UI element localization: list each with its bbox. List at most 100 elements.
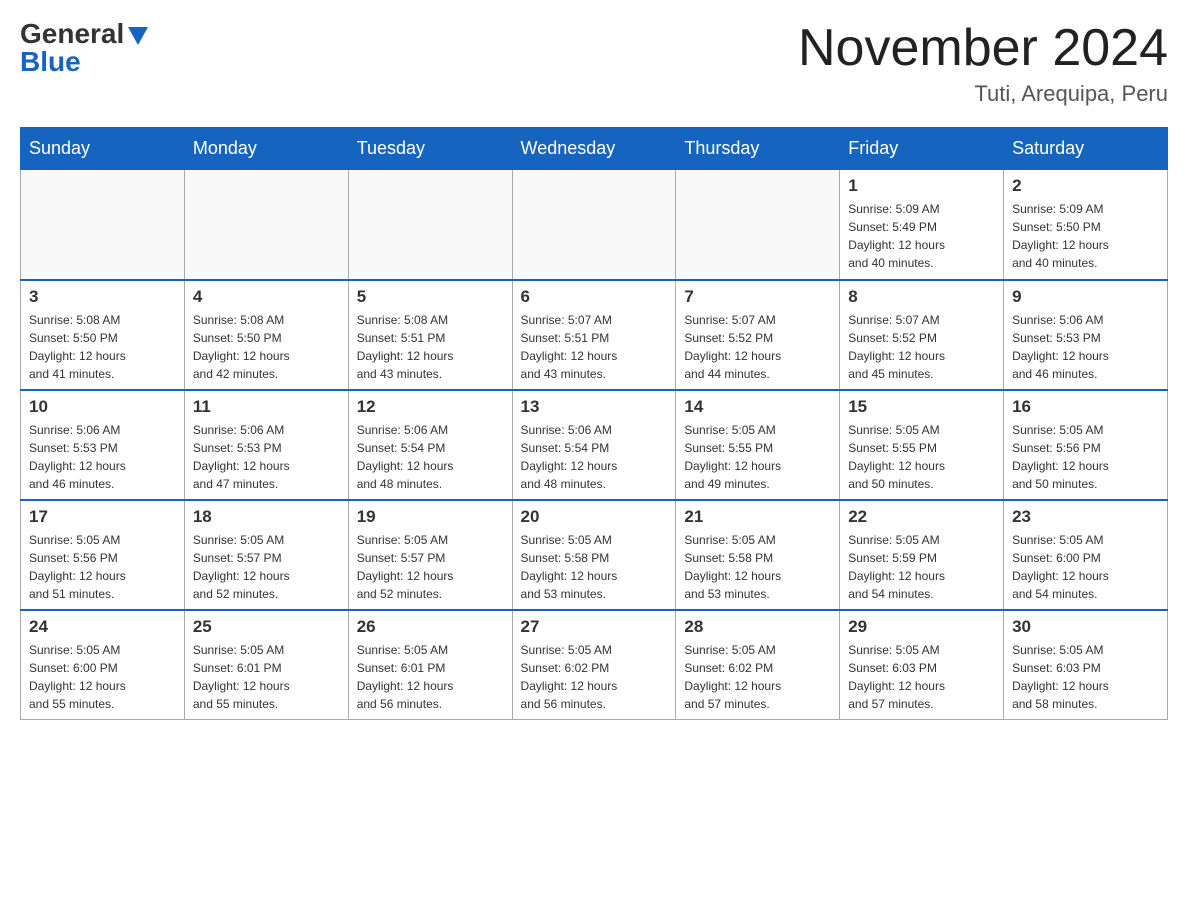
calendar-cell: 30Sunrise: 5:05 AM Sunset: 6:03 PM Dayli… [1004, 610, 1168, 720]
calendar-cell: 22Sunrise: 5:05 AM Sunset: 5:59 PM Dayli… [840, 500, 1004, 610]
calendar-cell: 25 Sunrise: 5:05 AM Sunset: 6:01 PM Dayli… [184, 610, 348, 720]
day-info: Sunrise: 5:06 AM Sunset: 5:54 PM Dayligh… [357, 421, 504, 493]
day-number: 14 [684, 397, 831, 417]
calendar-cell: 29 Sunrise: 5:05 AM Sunset: 6:03 PM Dayli… [840, 610, 1004, 720]
calendar-cell: 28 Sunrise: 5:05 AM Sunset: 6:02 PM Dayli… [676, 610, 840, 720]
day-info: Sunrise: 5:08 AM Sunset: 5:51 PM Dayligh… [357, 311, 504, 383]
day-info: Sunrise: 5:08 AM Sunset: 5:50 PM Dayligh… [29, 311, 176, 383]
day-number: 28 [684, 617, 831, 637]
day-number: 5 [357, 287, 504, 307]
logo: General Blue [20, 20, 148, 76]
logo-blue-text: Blue [20, 48, 81, 76]
day-info: Sunrise: 5:06 AM Sunset: 5:53 PM Dayligh… [1012, 311, 1159, 383]
day-number: 21 [684, 507, 831, 527]
calendar-cell: 14 Sunrise: 5:05 AM Sunset: 5:55 PM Dayli… [676, 390, 840, 500]
calendar-header-row: SundayMondayTuesdayWednesdayThursdayFrid… [21, 128, 1168, 170]
calendar-cell: 1 Sunrise: 5:09 AM Sunset: 5:49 PM Daylig… [840, 170, 1004, 280]
day-of-week-header: Friday [840, 128, 1004, 170]
day-info: Sunrise: 5:09 AM Sunset: 5:50 PM Dayligh… [1012, 200, 1159, 272]
day-info: Sunrise: 5:05 AM Sunset: 5:56 PM Dayligh… [1012, 421, 1159, 493]
day-info: Sunrise: 5:05 AM Sunset: 5:58 PM Dayligh… [521, 531, 668, 603]
day-info: Sunrise: 5:07 AM Sunset: 5:52 PM Dayligh… [848, 311, 995, 383]
day-number: 27 [521, 617, 668, 637]
day-number: 11 [193, 397, 340, 417]
calendar-week-row: 17 Sunrise: 5:05 AM Sunset: 5:56 PM Dayli… [21, 500, 1168, 610]
day-info: Sunrise: 5:05 AM Sunset: 6:00 PM Dayligh… [29, 641, 176, 713]
day-info: Sunrise: 5:05 AM Sunset: 6:02 PM Dayligh… [521, 641, 668, 713]
calendar-cell: 21 Sunrise: 5:05 AM Sunset: 5:58 PM Dayli… [676, 500, 840, 610]
day-number: 10 [29, 397, 176, 417]
day-number: 12 [357, 397, 504, 417]
day-of-week-header: Thursday [676, 128, 840, 170]
day-info: Sunrise: 5:06 AM Sunset: 5:53 PM Dayligh… [193, 421, 340, 493]
day-info: Sunrise: 5:07 AM Sunset: 5:52 PM Dayligh… [684, 311, 831, 383]
calendar-cell: 27 Sunrise: 5:05 AM Sunset: 6:02 PM Dayli… [512, 610, 676, 720]
day-info: Sunrise: 5:06 AM Sunset: 5:53 PM Dayligh… [29, 421, 176, 493]
day-info: Sunrise: 5:05 AM Sunset: 6:00 PM Dayligh… [1012, 531, 1159, 603]
calendar-week-row: 10 Sunrise: 5:06 AM Sunset: 5:53 PM Dayli… [21, 390, 1168, 500]
day-info: Sunrise: 5:05 AM Sunset: 6:03 PM Dayligh… [848, 641, 995, 713]
day-of-week-header: Wednesday [512, 128, 676, 170]
day-info: Sunrise: 5:05 AM Sunset: 5:55 PM Dayligh… [684, 421, 831, 493]
day-info: Sunrise: 5:05 AM Sunset: 5:56 PM Dayligh… [29, 531, 176, 603]
calendar-cell: 23 Sunrise: 5:05 AM Sunset: 6:00 PM Dayli… [1004, 500, 1168, 610]
calendar-cell [348, 170, 512, 280]
calendar-cell [21, 170, 185, 280]
day-of-week-header: Tuesday [348, 128, 512, 170]
calendar-cell: 19 Sunrise: 5:05 AM Sunset: 5:57 PM Dayli… [348, 500, 512, 610]
day-info: Sunrise: 5:05 AM Sunset: 6:01 PM Dayligh… [357, 641, 504, 713]
day-number: 6 [521, 287, 668, 307]
day-number: 29 [848, 617, 995, 637]
day-number: 25 [193, 617, 340, 637]
calendar-cell: 3 Sunrise: 5:08 AM Sunset: 5:50 PM Daylig… [21, 280, 185, 390]
calendar-cell: 4 Sunrise: 5:08 AM Sunset: 5:50 PM Daylig… [184, 280, 348, 390]
calendar-cell [676, 170, 840, 280]
calendar-cell [512, 170, 676, 280]
day-number: 4 [193, 287, 340, 307]
day-number: 22 [848, 507, 995, 527]
calendar-cell: 16 Sunrise: 5:05 AM Sunset: 5:56 PM Dayli… [1004, 390, 1168, 500]
day-number: 16 [1012, 397, 1159, 417]
day-info: Sunrise: 5:05 AM Sunset: 5:57 PM Dayligh… [357, 531, 504, 603]
calendar-cell: 6 Sunrise: 5:07 AM Sunset: 5:51 PM Daylig… [512, 280, 676, 390]
calendar-cell: 11 Sunrise: 5:06 AM Sunset: 5:53 PM Dayli… [184, 390, 348, 500]
day-of-week-header: Sunday [21, 128, 185, 170]
day-number: 19 [357, 507, 504, 527]
day-number: 1 [848, 176, 995, 196]
day-info: Sunrise: 5:08 AM Sunset: 5:50 PM Dayligh… [193, 311, 340, 383]
day-of-week-header: Monday [184, 128, 348, 170]
day-info: Sunrise: 5:05 AM Sunset: 5:58 PM Dayligh… [684, 531, 831, 603]
location-text: Tuti, Arequipa, Peru [798, 81, 1168, 107]
day-number: 24 [29, 617, 176, 637]
day-info: Sunrise: 5:05 AM Sunset: 6:01 PM Dayligh… [193, 641, 340, 713]
logo-triangle-icon [128, 27, 148, 45]
calendar-cell [184, 170, 348, 280]
day-number: 17 [29, 507, 176, 527]
calendar-cell: 2 Sunrise: 5:09 AM Sunset: 5:50 PM Daylig… [1004, 170, 1168, 280]
day-info: Sunrise: 5:07 AM Sunset: 5:51 PM Dayligh… [521, 311, 668, 383]
day-info: Sunrise: 5:09 AM Sunset: 5:49 PM Dayligh… [848, 200, 995, 272]
calendar-cell: 13Sunrise: 5:06 AM Sunset: 5:54 PM Dayli… [512, 390, 676, 500]
day-number: 23 [1012, 507, 1159, 527]
calendar-cell: 12 Sunrise: 5:06 AM Sunset: 5:54 PM Dayli… [348, 390, 512, 500]
calendar-cell: 26Sunrise: 5:05 AM Sunset: 6:01 PM Dayli… [348, 610, 512, 720]
calendar-cell: 7Sunrise: 5:07 AM Sunset: 5:52 PM Daylig… [676, 280, 840, 390]
day-number: 2 [1012, 176, 1159, 196]
page-header: General Blue November 2024 Tuti, Arequip… [20, 20, 1168, 107]
calendar-cell: 24 Sunrise: 5:05 AM Sunset: 6:00 PM Dayli… [21, 610, 185, 720]
calendar-cell: 17 Sunrise: 5:05 AM Sunset: 5:56 PM Dayli… [21, 500, 185, 610]
day-number: 3 [29, 287, 176, 307]
day-number: 18 [193, 507, 340, 527]
calendar-cell: 9Sunrise: 5:06 AM Sunset: 5:53 PM Daylig… [1004, 280, 1168, 390]
day-info: Sunrise: 5:05 AM Sunset: 5:57 PM Dayligh… [193, 531, 340, 603]
day-info: Sunrise: 5:06 AM Sunset: 5:54 PM Dayligh… [521, 421, 668, 493]
calendar-cell: 5 Sunrise: 5:08 AM Sunset: 5:51 PM Daylig… [348, 280, 512, 390]
day-info: Sunrise: 5:05 AM Sunset: 6:03 PM Dayligh… [1012, 641, 1159, 713]
calendar-week-row: 3 Sunrise: 5:08 AM Sunset: 5:50 PM Daylig… [21, 280, 1168, 390]
calendar-cell: 10 Sunrise: 5:06 AM Sunset: 5:53 PM Dayli… [21, 390, 185, 500]
day-info: Sunrise: 5:05 AM Sunset: 6:02 PM Dayligh… [684, 641, 831, 713]
calendar-table: SundayMondayTuesdayWednesdayThursdayFrid… [20, 127, 1168, 720]
day-of-week-header: Saturday [1004, 128, 1168, 170]
title-section: November 2024 Tuti, Arequipa, Peru [798, 20, 1168, 107]
day-number: 15 [848, 397, 995, 417]
